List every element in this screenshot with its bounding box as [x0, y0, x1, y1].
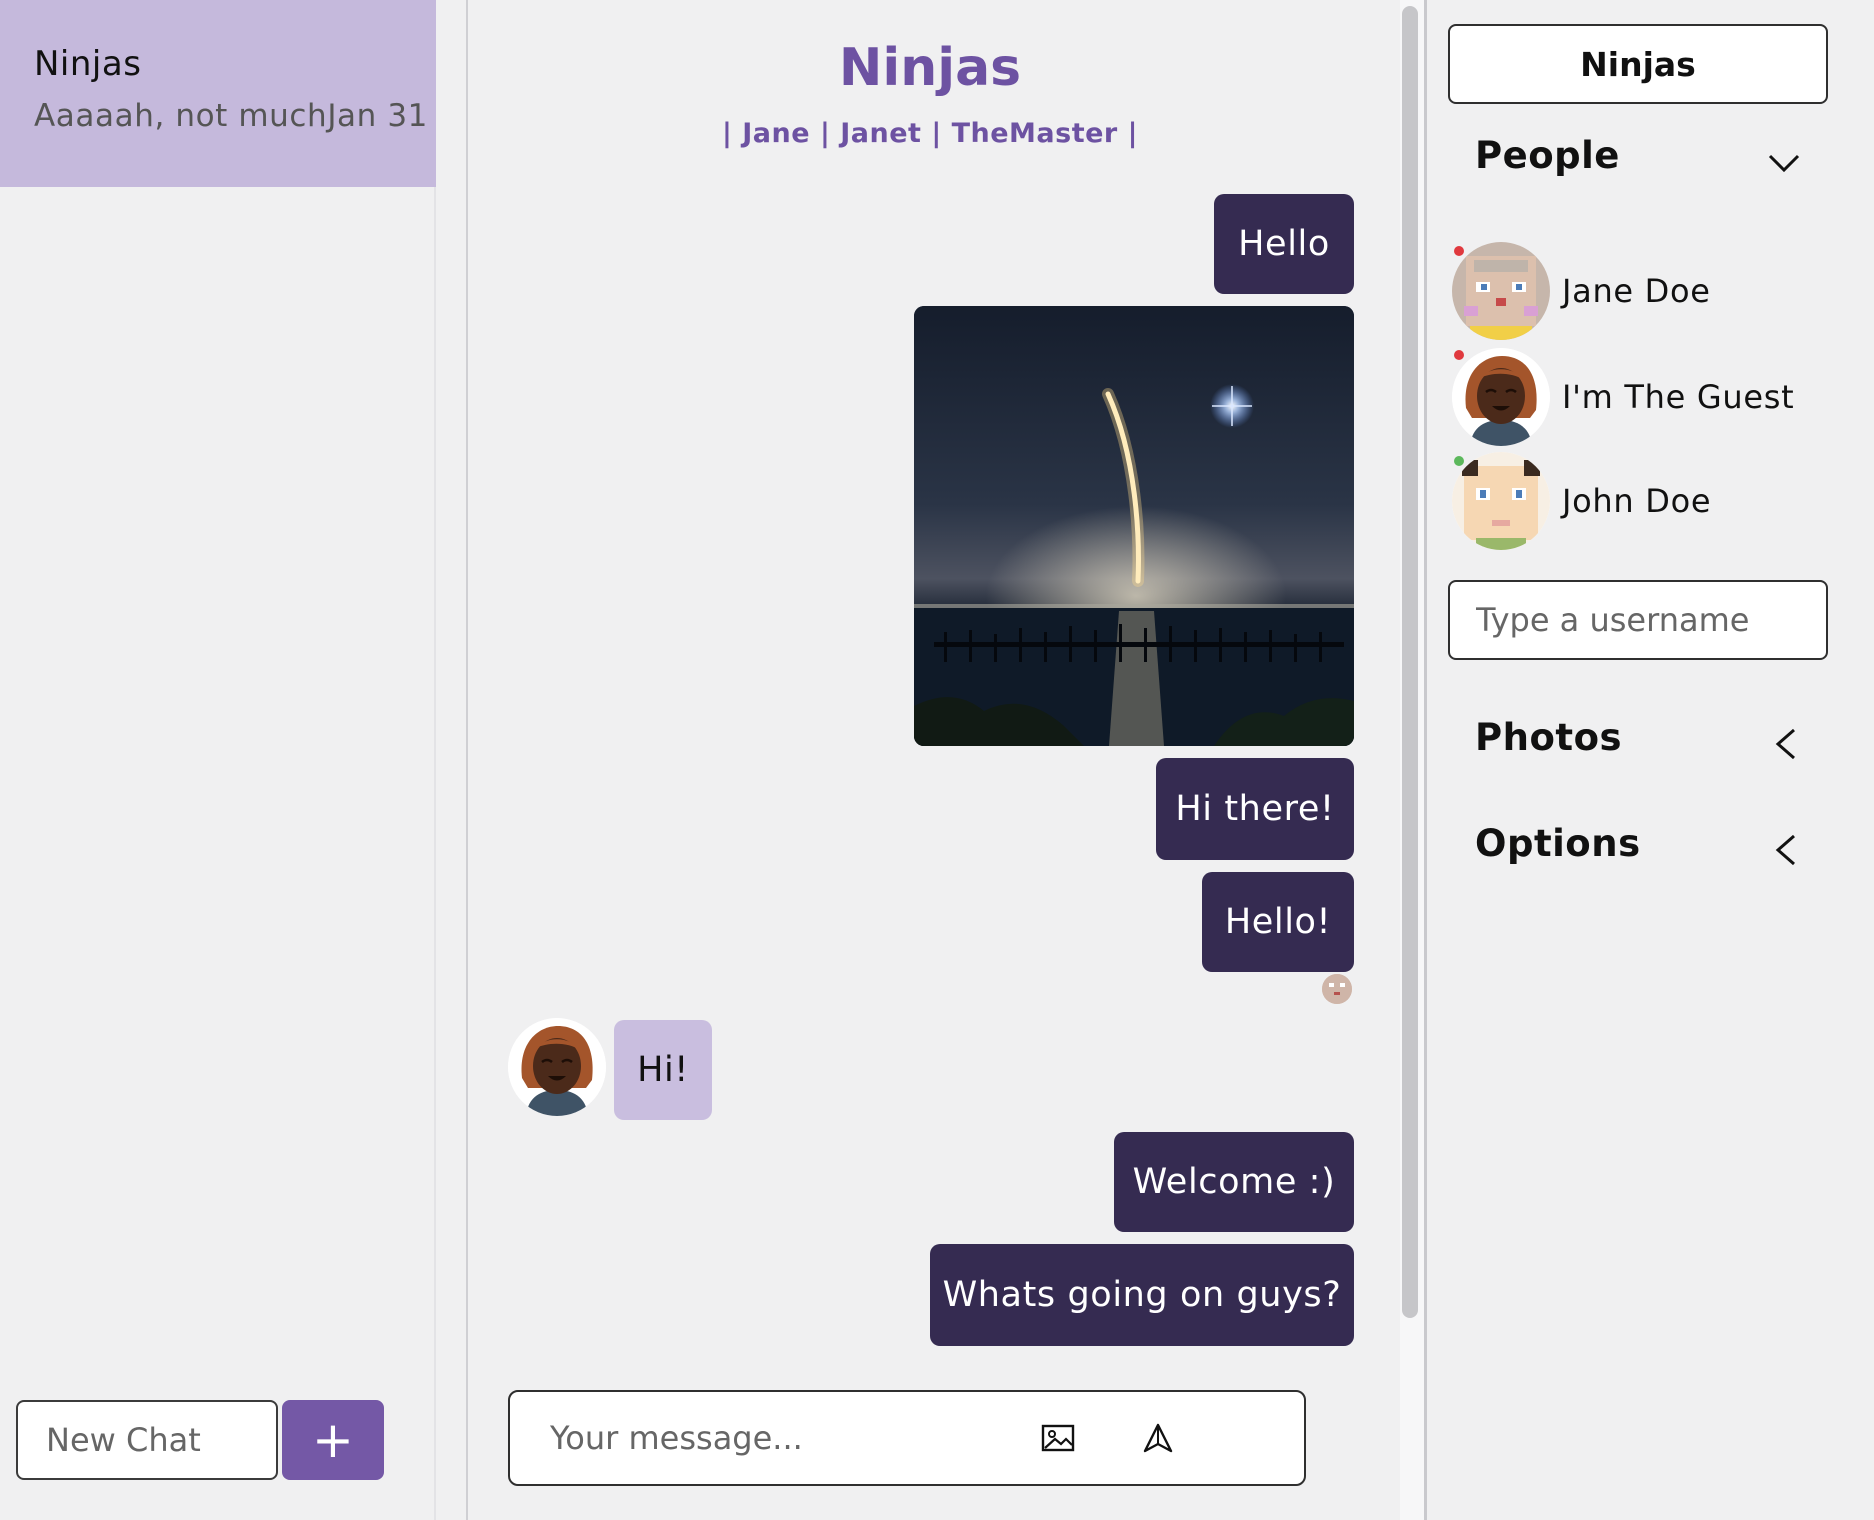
sender-avatar [508, 1018, 606, 1116]
options-section-title[interactable]: Options [1475, 822, 1641, 865]
person-item[interactable]: Jane Doe [1452, 242, 1872, 342]
new-chat-input[interactable] [16, 1400, 278, 1480]
person-name: I'm The Guest [1562, 378, 1795, 416]
photos-section-title[interactable]: Photos [1475, 716, 1622, 759]
chat-members: | Jane | Janet | TheMaster | [722, 118, 1138, 149]
chat-name-box[interactable]: Ninjas [1448, 24, 1828, 104]
add-chat-button[interactable]: + [282, 1400, 384, 1480]
message-bubble-outgoing: Hello [1214, 194, 1354, 294]
message-bubble-outgoing: Welcome :) [1114, 1132, 1354, 1232]
person-item[interactable]: I'm The Guest [1452, 348, 1872, 448]
send-icon[interactable] [1136, 1416, 1180, 1460]
person-avatar [1452, 242, 1550, 340]
person-avatar [1452, 348, 1550, 446]
chat-item-name: Ninjas [34, 44, 142, 84]
message-photo[interactable] [914, 306, 1354, 746]
chat-list-item[interactable]: Ninjas Aaaaah, not muchJan 31 [0, 0, 436, 187]
chevron-down-icon[interactable] [1764, 142, 1804, 182]
chat-item-preview: Aaaaah, not muchJan 31 [34, 98, 436, 134]
status-dot-offline [1454, 246, 1464, 256]
message-bubble-outgoing: Whats going on guys? [930, 1244, 1354, 1346]
chat-list-sidebar: Ninjas Aaaaah, not muchJan 31 + [0, 0, 436, 1520]
people-section-title[interactable]: People [1475, 134, 1620, 177]
status-dot-online [1454, 456, 1464, 466]
chat-item-date: Jan 31 [327, 98, 428, 134]
message-bubble-outgoing: Hi there! [1156, 758, 1354, 860]
rocket-launch-photo [914, 306, 1354, 746]
message-composer [508, 1390, 1306, 1486]
status-dot-offline [1454, 350, 1464, 360]
message-input[interactable] [550, 1412, 990, 1464]
person-avatar [1452, 452, 1550, 550]
chat-item-last-message: Aaaaah, not much [34, 98, 328, 134]
add-username-input[interactable] [1448, 580, 1828, 660]
image-icon[interactable] [1036, 1416, 1080, 1460]
person-name: Jane Doe [1562, 272, 1711, 310]
chevron-left-icon[interactable] [1766, 830, 1806, 870]
chat-settings-panel [1427, 0, 1874, 1520]
message-bubble-incoming: Hi! [614, 1020, 712, 1120]
read-receipt-avatar [1322, 974, 1352, 1004]
chat-title: Ninjas [838, 38, 1022, 98]
person-item[interactable]: John Doe [1452, 452, 1872, 552]
message-bubble-outgoing: Hello! [1202, 872, 1354, 972]
person-name: John Doe [1562, 482, 1712, 520]
chevron-left-icon[interactable] [1766, 724, 1806, 764]
chat-scrollbar-thumb[interactable] [1402, 6, 1418, 1318]
